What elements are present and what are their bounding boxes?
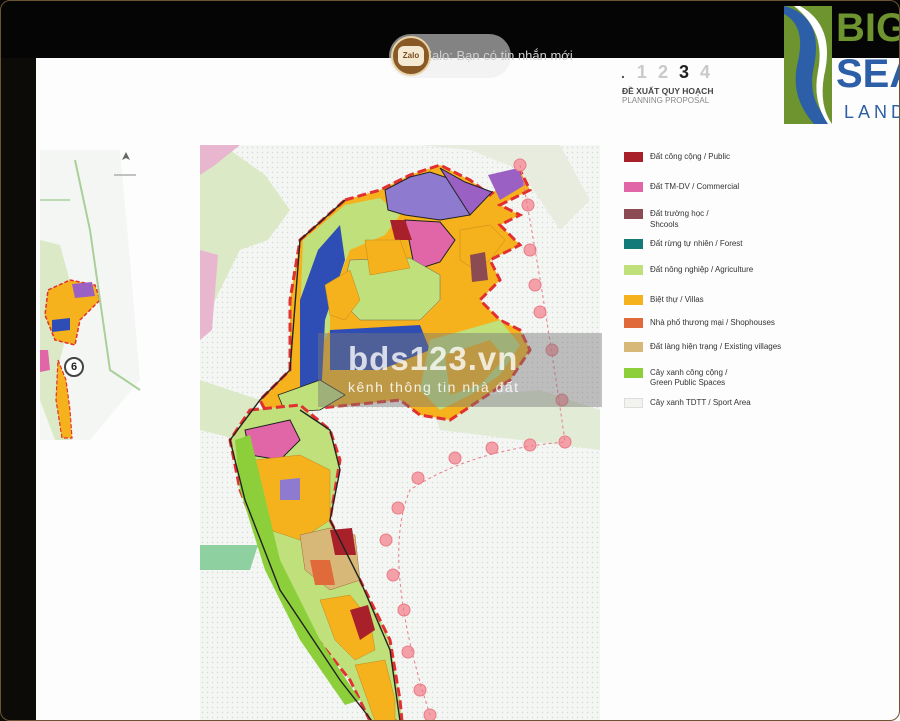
step-indicator: . 1 2 3 4: [621, 62, 713, 83]
legend-swatch: [624, 265, 643, 275]
watermark-subtitle: kênh thông tin nhà đất: [348, 379, 520, 395]
step-4: 4: [700, 62, 714, 82]
legend-label: Đất TM-DV / Commercial: [650, 182, 740, 191]
legend-swatch: [624, 182, 643, 192]
legend-swatch: [624, 239, 643, 249]
legend-label: Biệt thự / Villas: [650, 295, 704, 304]
legend-swatch: [624, 152, 643, 162]
bigsealand-logo: BIG SEA LAND: [784, 6, 900, 124]
step-3-active: 3: [678, 62, 692, 82]
legend-label: Đất làng hiện trạng / Existing villages: [650, 342, 782, 351]
logo-text-line3: LAND: [844, 102, 900, 122]
zalo-icon-label: Zalo: [398, 46, 424, 66]
legend-swatch: [624, 398, 643, 408]
legend-label: Đất trường học /: [650, 209, 709, 218]
legend-label: Đất rừng tự nhiên / Forest: [650, 239, 743, 248]
step-1: 1: [636, 62, 650, 82]
page-title-en: PLANNING PROPOSAL: [622, 96, 710, 105]
legend-label: Nhà phố thương mại / Shophouses: [650, 318, 775, 327]
legend-swatch: [624, 368, 643, 378]
legend-label: Đất công cộng / Public: [650, 152, 731, 161]
logo-text-line1: BIG: [836, 6, 900, 50]
map-marker-6: 6: [64, 357, 84, 377]
watermark-title: bds123.vn: [348, 340, 519, 377]
step-prefix: .: [621, 65, 629, 81]
page-title-vi: ĐỀ XUẤT QUY HOẠCH: [622, 86, 714, 96]
legend-swatch: [624, 342, 643, 352]
legend-label: Cây xanh TDTT / Sport Area: [650, 398, 751, 407]
legend-label: Đất nông nghiệp / Agriculture: [650, 265, 754, 274]
zalo-icon[interactable]: Zalo: [391, 36, 431, 76]
logo-text-line2: SEA: [836, 52, 900, 96]
legend-swatch: [624, 295, 643, 305]
zalo-notification-text: Zalo: Bạn có tin nhắn mới: [424, 48, 573, 63]
legend-swatch: [624, 318, 643, 328]
legend-swatch: [624, 209, 643, 219]
legend-label-line2: Green Public Spaces: [650, 378, 726, 387]
step-2: 2: [657, 62, 671, 82]
legend-label-line2: Shcools: [650, 220, 679, 229]
